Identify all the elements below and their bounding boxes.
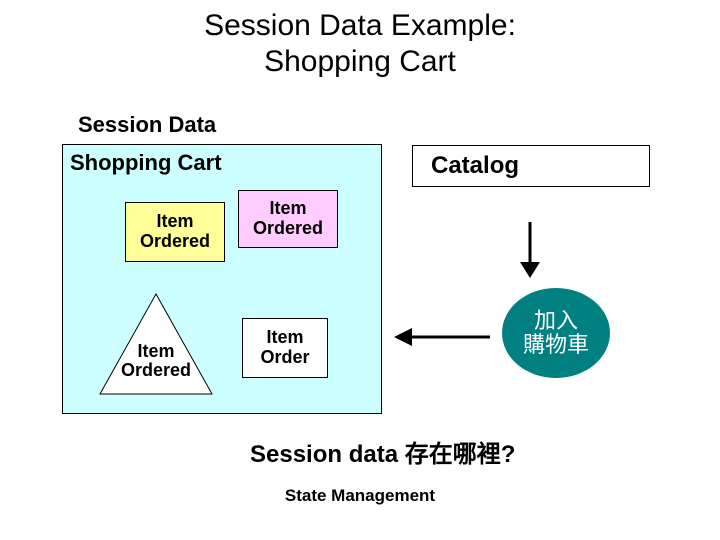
question-text: Session data 存在哪裡?: [250, 434, 515, 469]
shopping-cart-label: Shopping Cart: [70, 150, 222, 176]
arrow-left-icon: [392, 325, 492, 349]
slide-title: Session Data Example: Shopping Cart: [0, 0, 720, 80]
item-order-box: Item Order: [242, 318, 328, 378]
add-to-cart-circle: 加入 購物車: [502, 288, 610, 378]
footer-label: State Management: [0, 486, 720, 506]
title-line1: Session Data Example:: [204, 9, 516, 42]
item1-line1: Item: [126, 212, 224, 232]
circle-line1: 加入: [534, 309, 578, 333]
catalog-box: Catalog: [412, 145, 650, 187]
title-line2: Shopping Cart: [264, 45, 456, 78]
item2-line2: Ordered: [239, 219, 337, 239]
catalog-label: Catalog: [431, 152, 519, 180]
arrow-down-icon: [515, 220, 545, 280]
item1-line2: Ordered: [126, 232, 224, 252]
session-data-label: Session Data: [78, 112, 216, 138]
circle-line2: 購物車: [523, 333, 589, 357]
item3-line2: Ordered: [121, 360, 191, 380]
item4-line2: Order: [243, 348, 327, 368]
item3-line1: Item: [137, 341, 174, 361]
item-ordered-triangle: Item Ordered: [96, 290, 216, 400]
item-ordered-box-1: Item Ordered: [125, 202, 225, 262]
item4-line1: Item: [243, 328, 327, 348]
item2-line1: Item: [239, 199, 337, 219]
item-ordered-box-2: Item Ordered: [238, 190, 338, 248]
